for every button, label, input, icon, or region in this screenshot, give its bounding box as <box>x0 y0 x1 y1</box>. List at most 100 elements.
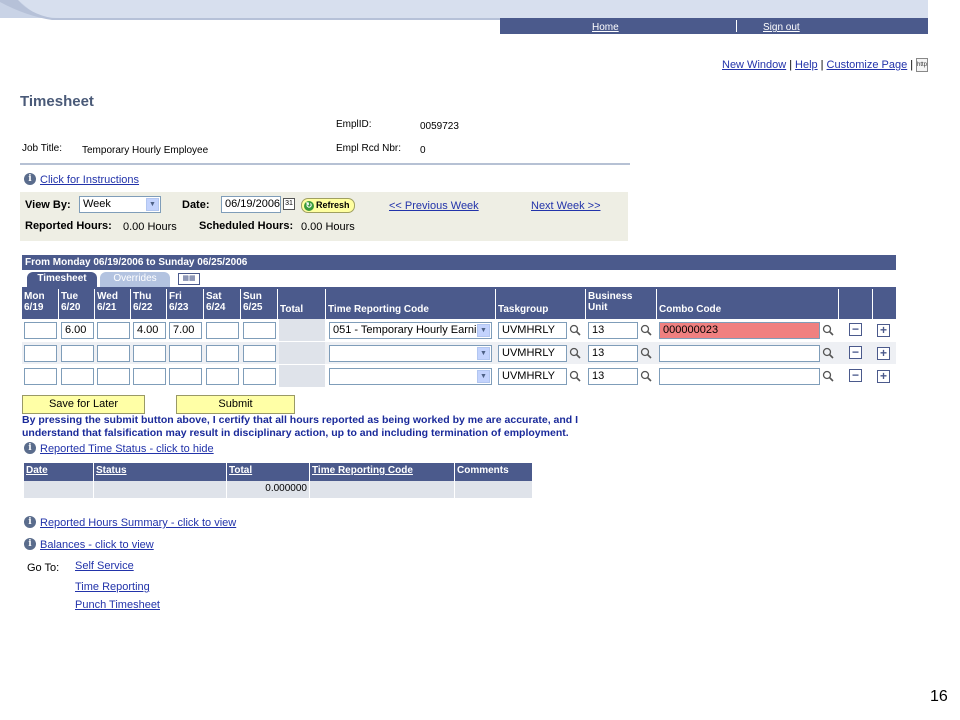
business-unit-input[interactable]: 13 <box>588 345 638 362</box>
chevron-down-icon: ▼ <box>477 347 490 360</box>
next-week-link[interactable]: Next Week >> <box>531 200 601 212</box>
goto-self-service-link[interactable]: Self Service <box>75 560 134 572</box>
save-for-later-button[interactable]: Save for Later <box>22 395 145 414</box>
info-icon: i <box>24 442 36 454</box>
delete-row-icon[interactable]: − <box>849 346 862 359</box>
search-icon[interactable] <box>640 324 652 336</box>
tue-hours-input[interactable]: 6.00 <box>61 322 94 339</box>
job-title-value: Temporary Hourly Employee <box>82 145 209 156</box>
search-icon[interactable] <box>640 347 652 359</box>
chevron-down-icon: ▼ <box>477 370 490 383</box>
instructions-link[interactable]: Click for Instructions <box>40 174 139 186</box>
col-mon: Mon 6/19 <box>22 289 59 319</box>
delete-row-icon[interactable]: − <box>849 323 862 336</box>
wed-hours-input[interactable] <box>97 322 130 339</box>
date-input[interactable]: 06/19/2006 <box>221 196 281 213</box>
customize-page-link[interactable]: Customize Page <box>827 59 908 71</box>
status-col-comments: Comments <box>455 463 532 481</box>
submit-button[interactable]: Submit <box>176 395 295 414</box>
certification-text: By pressing the submit button above, I c… <box>22 414 579 439</box>
col-add <box>873 289 896 319</box>
goto-label: Go To: <box>27 562 60 574</box>
combo-code-input[interactable] <box>659 345 820 362</box>
status-col-date[interactable]: Date <box>24 463 94 481</box>
status-cell-date <box>24 481 94 498</box>
col-tue: Tue 6/20 <box>59 289 95 319</box>
show-all-columns-icon[interactable]: ▦▦ <box>178 273 200 285</box>
search-icon[interactable] <box>569 347 581 359</box>
mon-hours-input[interactable] <box>24 322 57 339</box>
top-links: New Window | Help | Customize Page | <box>722 59 916 71</box>
sun-hours-input[interactable] <box>243 345 276 362</box>
trc-value: 051 - Temporary Hourly Earnin <box>333 324 483 336</box>
combo-code-input-error[interactable]: 000000023 <box>659 322 820 339</box>
tab-overrides[interactable]: Overrides <box>100 272 170 288</box>
previous-week-link[interactable]: << Previous Week <box>389 200 479 212</box>
mon-hours-input[interactable] <box>24 368 57 385</box>
slide-number: 16 <box>930 688 948 705</box>
search-icon[interactable] <box>822 370 834 382</box>
search-icon[interactable] <box>569 324 581 336</box>
new-window-icon[interactable]: http <box>916 58 928 72</box>
business-unit-input[interactable]: 13 <box>588 322 638 339</box>
new-window-link[interactable]: New Window <box>722 59 786 71</box>
taskgroup-input[interactable]: UVMHRLY <box>498 368 567 385</box>
emplid-label: EmplID: <box>336 119 372 130</box>
sun-hours-input[interactable] <box>243 322 276 339</box>
search-icon[interactable] <box>822 347 834 359</box>
business-unit-input[interactable]: 13 <box>588 368 638 385</box>
trc-select[interactable]: ▼ <box>329 368 492 385</box>
info-icon: i <box>24 173 36 185</box>
fri-hours-input[interactable]: 7.00 <box>169 322 202 339</box>
goto-time-reporting-link[interactable]: Time Reporting <box>75 581 150 593</box>
add-row-icon[interactable]: + <box>877 324 890 337</box>
tue-hours-input[interactable] <box>61 345 94 362</box>
thu-hours-input[interactable] <box>133 345 166 362</box>
calendar-icon[interactable]: 31 <box>283 198 295 210</box>
status-col-total[interactable]: Total <box>227 463 310 481</box>
total-cell <box>279 342 325 364</box>
add-row-icon[interactable]: + <box>877 370 890 383</box>
sat-hours-input[interactable] <box>206 368 239 385</box>
link-separator: | <box>789 59 793 71</box>
combo-code-input[interactable] <box>659 368 820 385</box>
scheduled-hours-value: 0.00 Hours <box>301 221 355 233</box>
reported-hours-value: 0.00 Hours <box>123 221 177 233</box>
tue-hours-input[interactable] <box>61 368 94 385</box>
goto-punch-timesheet-link[interactable]: Punch Timesheet <box>75 599 160 611</box>
fri-hours-input[interactable] <box>169 368 202 385</box>
tab-timesheet[interactable]: Timesheet <box>27 272 97 288</box>
fri-hours-input[interactable] <box>169 345 202 362</box>
status-col-status[interactable]: Status <box>94 463 227 481</box>
total-cell <box>279 319 325 341</box>
taskgroup-input[interactable]: UVMHRLY <box>498 322 567 339</box>
mon-hours-input[interactable] <box>24 345 57 362</box>
taskgroup-input[interactable]: UVMHRLY <box>498 345 567 362</box>
sat-hours-input[interactable] <box>206 345 239 362</box>
status-col-trc[interactable]: Time Reporting Code <box>310 463 455 481</box>
help-link[interactable]: Help <box>795 59 818 71</box>
delete-row-icon[interactable]: − <box>849 369 862 382</box>
sun-hours-input[interactable] <box>243 368 276 385</box>
status-cell-trc <box>310 481 455 498</box>
reported-time-status-link[interactable]: Reported Time Status - click to hide <box>40 443 214 455</box>
balances-link[interactable]: Balances - click to view <box>40 539 154 551</box>
search-icon[interactable] <box>569 370 581 382</box>
search-icon[interactable] <box>640 370 652 382</box>
add-row-icon[interactable]: + <box>877 347 890 360</box>
trc-select[interactable]: 051 - Temporary Hourly Earnin ▼ <box>329 322 492 339</box>
wed-hours-input[interactable] <box>97 345 130 362</box>
wed-hours-input[interactable] <box>97 368 130 385</box>
info-icon: i <box>24 538 36 550</box>
thu-hours-input[interactable]: 4.00 <box>133 322 166 339</box>
search-icon[interactable] <box>822 324 834 336</box>
sign-out-link[interactable]: Sign out <box>763 22 800 33</box>
reported-hours-summary-link[interactable]: Reported Hours Summary - click to view <box>40 517 236 529</box>
home-link[interactable]: Home <box>592 22 619 33</box>
view-by-select[interactable]: Week ▼ <box>79 196 161 213</box>
col-fri: Fri 6/23 <box>167 289 204 319</box>
thu-hours-input[interactable] <box>133 368 166 385</box>
trc-select[interactable]: ▼ <box>329 345 492 362</box>
sat-hours-input[interactable] <box>206 322 239 339</box>
refresh-button[interactable]: ↻ Refresh <box>301 198 355 213</box>
